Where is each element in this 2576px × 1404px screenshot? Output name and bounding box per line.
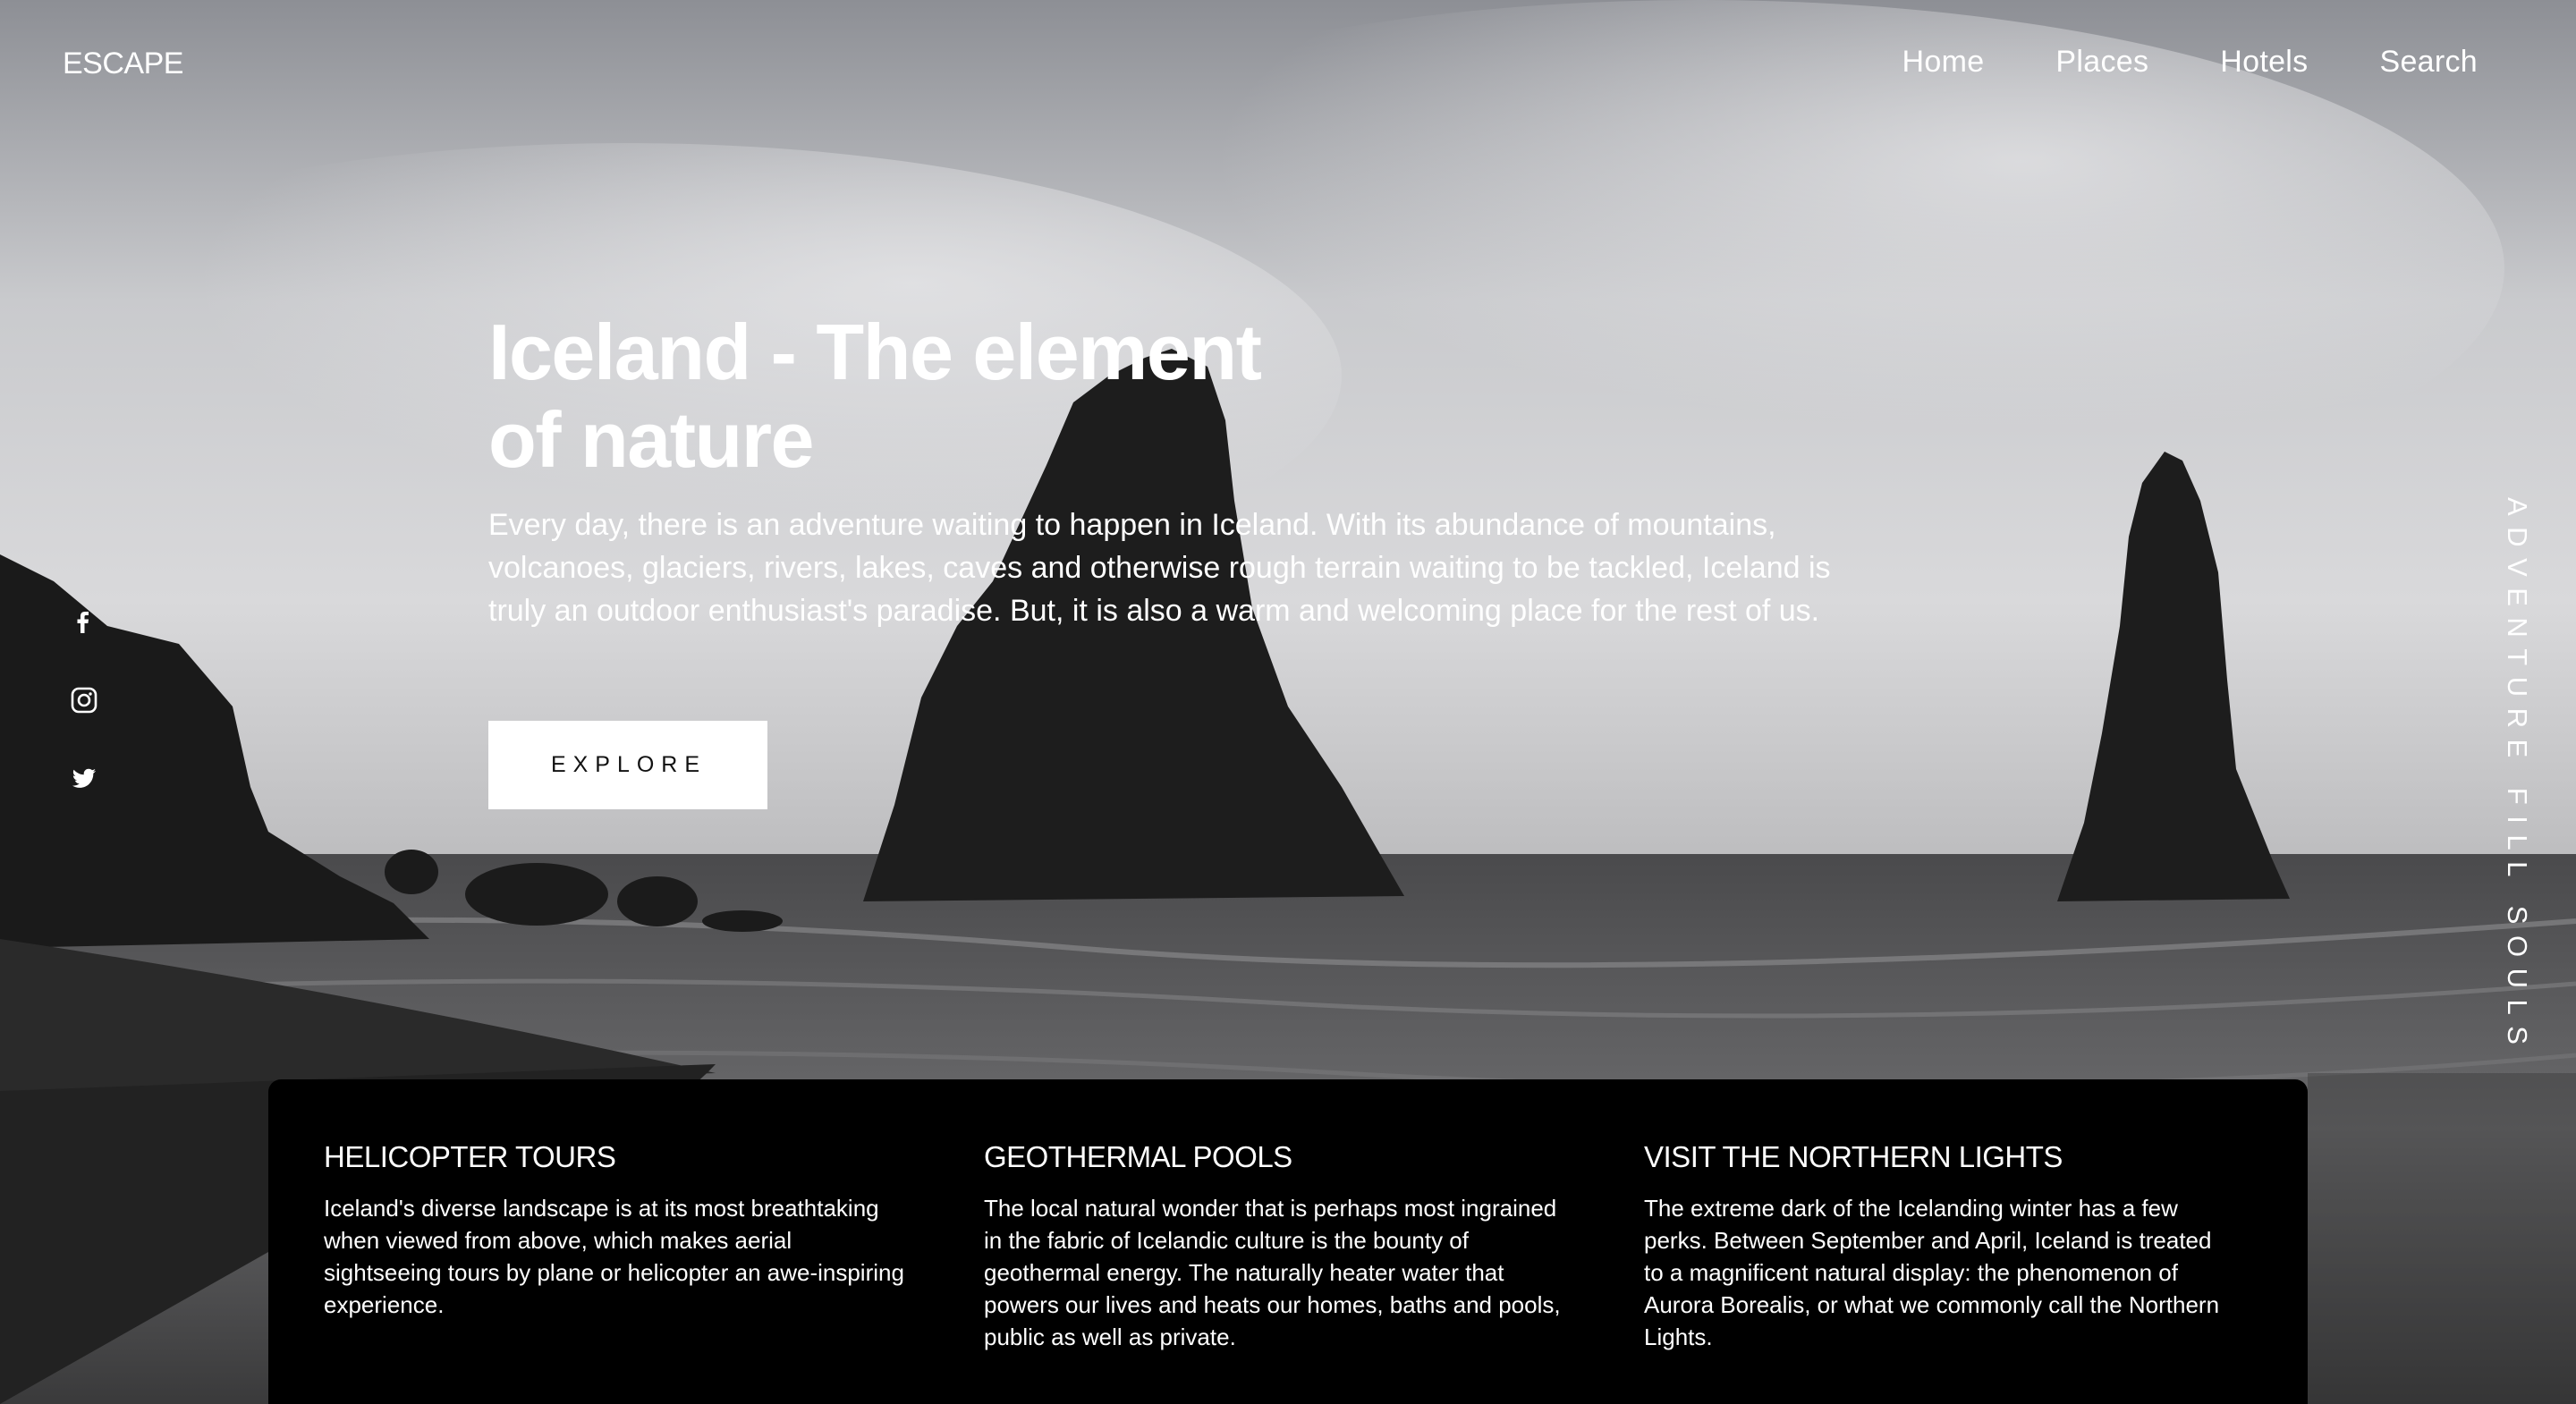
- feature-text: Iceland's diverse landscape is at its mo…: [324, 1195, 904, 1318]
- feature-text: The local natural wonder that is perhaps…: [984, 1195, 1561, 1350]
- feature-text: The extreme dark of the Icelanding winte…: [1644, 1195, 2220, 1350]
- hero-section: Iceland - The element of nature Every da…: [488, 309, 1884, 632]
- hero-title: Iceland - The element of nature: [488, 308, 1262, 484]
- main-nav: Home Places Hotels Search: [1902, 45, 2478, 80]
- twitter-icon[interactable]: [68, 765, 98, 792]
- nav-search-link[interactable]: Search: [2379, 45, 2478, 80]
- facebook-icon[interactable]: [68, 608, 98, 635]
- feature-title: VISIT THE NORTHERN LIGHTS: [1644, 1140, 2063, 1173]
- features-panel: HELICOPTER TOURS Iceland's diverse lands…: [268, 1079, 2308, 1404]
- feature-card-northern-lights: VISIT THE NORTHERN LIGHTS The extreme da…: [1644, 1079, 2225, 1404]
- feature-card-helicopter-tours: HELICOPTER TOURS Iceland's diverse lands…: [324, 1079, 905, 1404]
- feature-card-geothermal-pools: GEOTHERMAL POOLS The local natural wonde…: [984, 1079, 1565, 1404]
- nav-places-link[interactable]: Places: [2055, 45, 2148, 80]
- nav-home-link[interactable]: Home: [1902, 45, 1985, 80]
- instagram-icon[interactable]: [68, 687, 98, 714]
- social-links: [68, 608, 98, 792]
- vertical-tagline: ADVENTURE FILL SOULS: [2502, 497, 2533, 1056]
- site-logo[interactable]: ESCAPE: [63, 47, 183, 81]
- feature-title: HELICOPTER TOURS: [324, 1140, 616, 1173]
- nav-hotels-link[interactable]: Hotels: [2220, 45, 2308, 80]
- explore-button[interactable]: EXPLORE: [488, 721, 767, 809]
- feature-title: GEOTHERMAL POOLS: [984, 1140, 1292, 1173]
- hero-description: Every day, there is an adventure waiting…: [488, 508, 1831, 628]
